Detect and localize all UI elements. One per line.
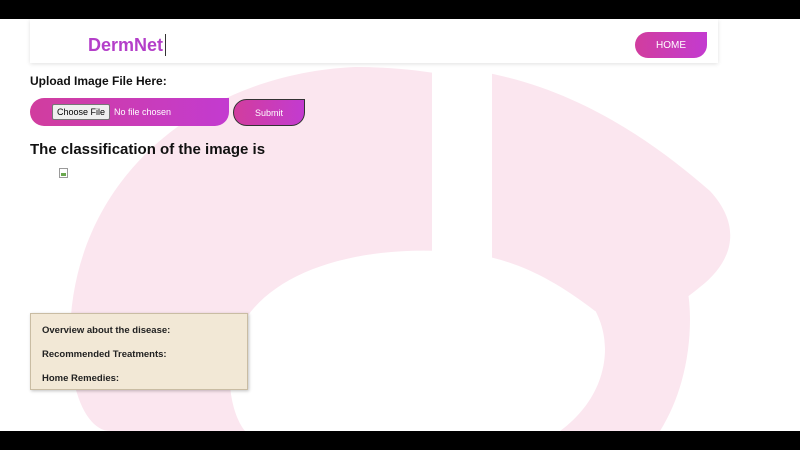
upload-label: Upload Image File Here: [30,74,167,88]
overview-label: Overview about the disease: [42,325,171,336]
home-remedies-label: Home Remedies: [42,373,120,384]
submit-button[interactable]: Submit [233,99,305,126]
classification-heading: The classification of the image is [30,141,266,158]
page-viewport: DermNet HOME Upload Image File Here: Cho… [0,19,800,431]
brand-logo-text[interactable]: DermNet [88,34,167,56]
file-status-text: No file chosen [114,107,172,117]
file-input[interactable]: Choose File No file chosen [30,98,229,126]
disease-info-panel: Overview about the disease: Recommended … [30,313,248,390]
broken-image-icon [59,168,68,178]
choose-file-button[interactable]: Choose File [52,104,111,120]
top-navbar: DermNet HOME [30,19,718,63]
treatments-label: Recommended Treatments: [42,349,167,360]
home-button[interactable]: HOME [635,32,707,58]
